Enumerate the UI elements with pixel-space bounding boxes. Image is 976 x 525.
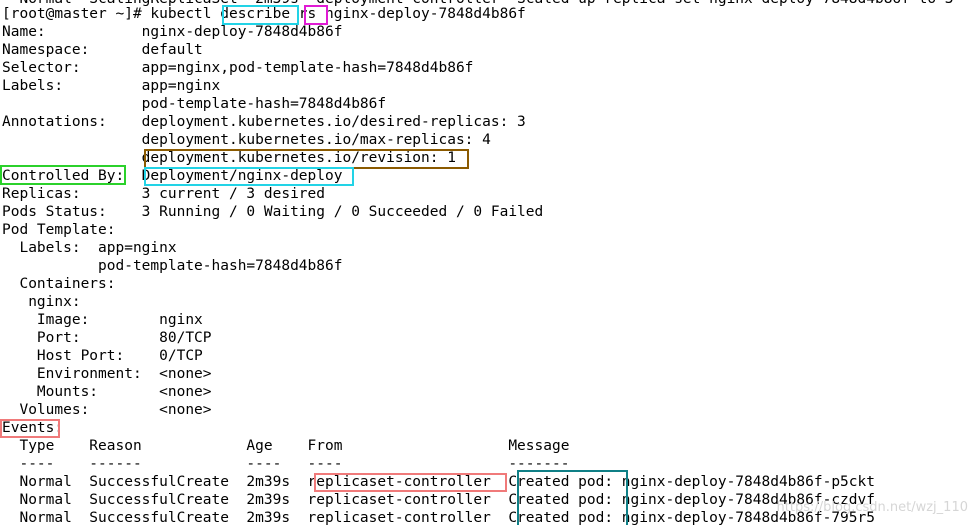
events-table-row: Normal SuccessfulCreate 2m39s replicaset… [2, 474, 875, 490]
terminal-line: deployment.kubernetes.io/max-replicas: 4 [2, 132, 491, 148]
terminal-line: Selector: app=nginx,pod-template-hash=78… [2, 60, 474, 76]
watermark: https://blog.csdn.net/wzj_110 [776, 500, 968, 515]
terminal-line: Pod Template: [2, 222, 116, 238]
terminal-line: pod-template-hash=7848d4b86f [2, 96, 387, 112]
terminal-line: Host Port: 0/TCP [2, 348, 203, 364]
terminal-line: Volumes: <none> [2, 402, 212, 418]
command-prompt-line: [root@master ~]# kubectl describe rs ngi… [2, 6, 526, 22]
terminal-line: Labels: app=nginx [2, 240, 177, 256]
terminal-line: Annotations: deployment.kubernetes.io/de… [2, 114, 526, 130]
events-table-row: Normal SuccessfulCreate 2m39s replicaset… [2, 510, 875, 525]
terminal-line: Containers: [2, 276, 116, 292]
terminal-line: Namespace: default [2, 42, 203, 58]
terminal-line: Port: 80/TCP [2, 330, 212, 346]
terminal-window[interactable]: Normal ScalingReplicaSet 2m39s deploymen… [0, 0, 976, 525]
terminal-line: Pods Status: 3 Running / 0 Waiting / 0 S… [2, 204, 544, 220]
terminal-line: Labels: app=nginx [2, 78, 221, 94]
terminal-line: Events: [2, 420, 64, 436]
terminal-line: Replicas: 3 current / 3 desired [2, 186, 326, 202]
events-table-header: Type Reason Age From Message [2, 438, 570, 454]
terminal-line: deployment.kubernetes.io/revision: 1 [2, 150, 456, 166]
terminal-line: Name: nginx-deploy-7848d4b86f [2, 24, 343, 40]
terminal-line: pod-template-hash=7848d4b86f [2, 258, 343, 274]
events-table-row: Normal SuccessfulCreate 2m39s replicaset… [2, 492, 875, 508]
terminal-line: nginx: [2, 294, 81, 310]
terminal-line: Image: nginx [2, 312, 203, 328]
events-table-separator: ---- ------ ---- ---- ------- [2, 456, 570, 472]
terminal-line: Environment: <none> [2, 366, 212, 382]
terminal-line: Mounts: <none> [2, 384, 212, 400]
terminal-line: Controlled By: Deployment/nginx-deploy [2, 168, 343, 184]
